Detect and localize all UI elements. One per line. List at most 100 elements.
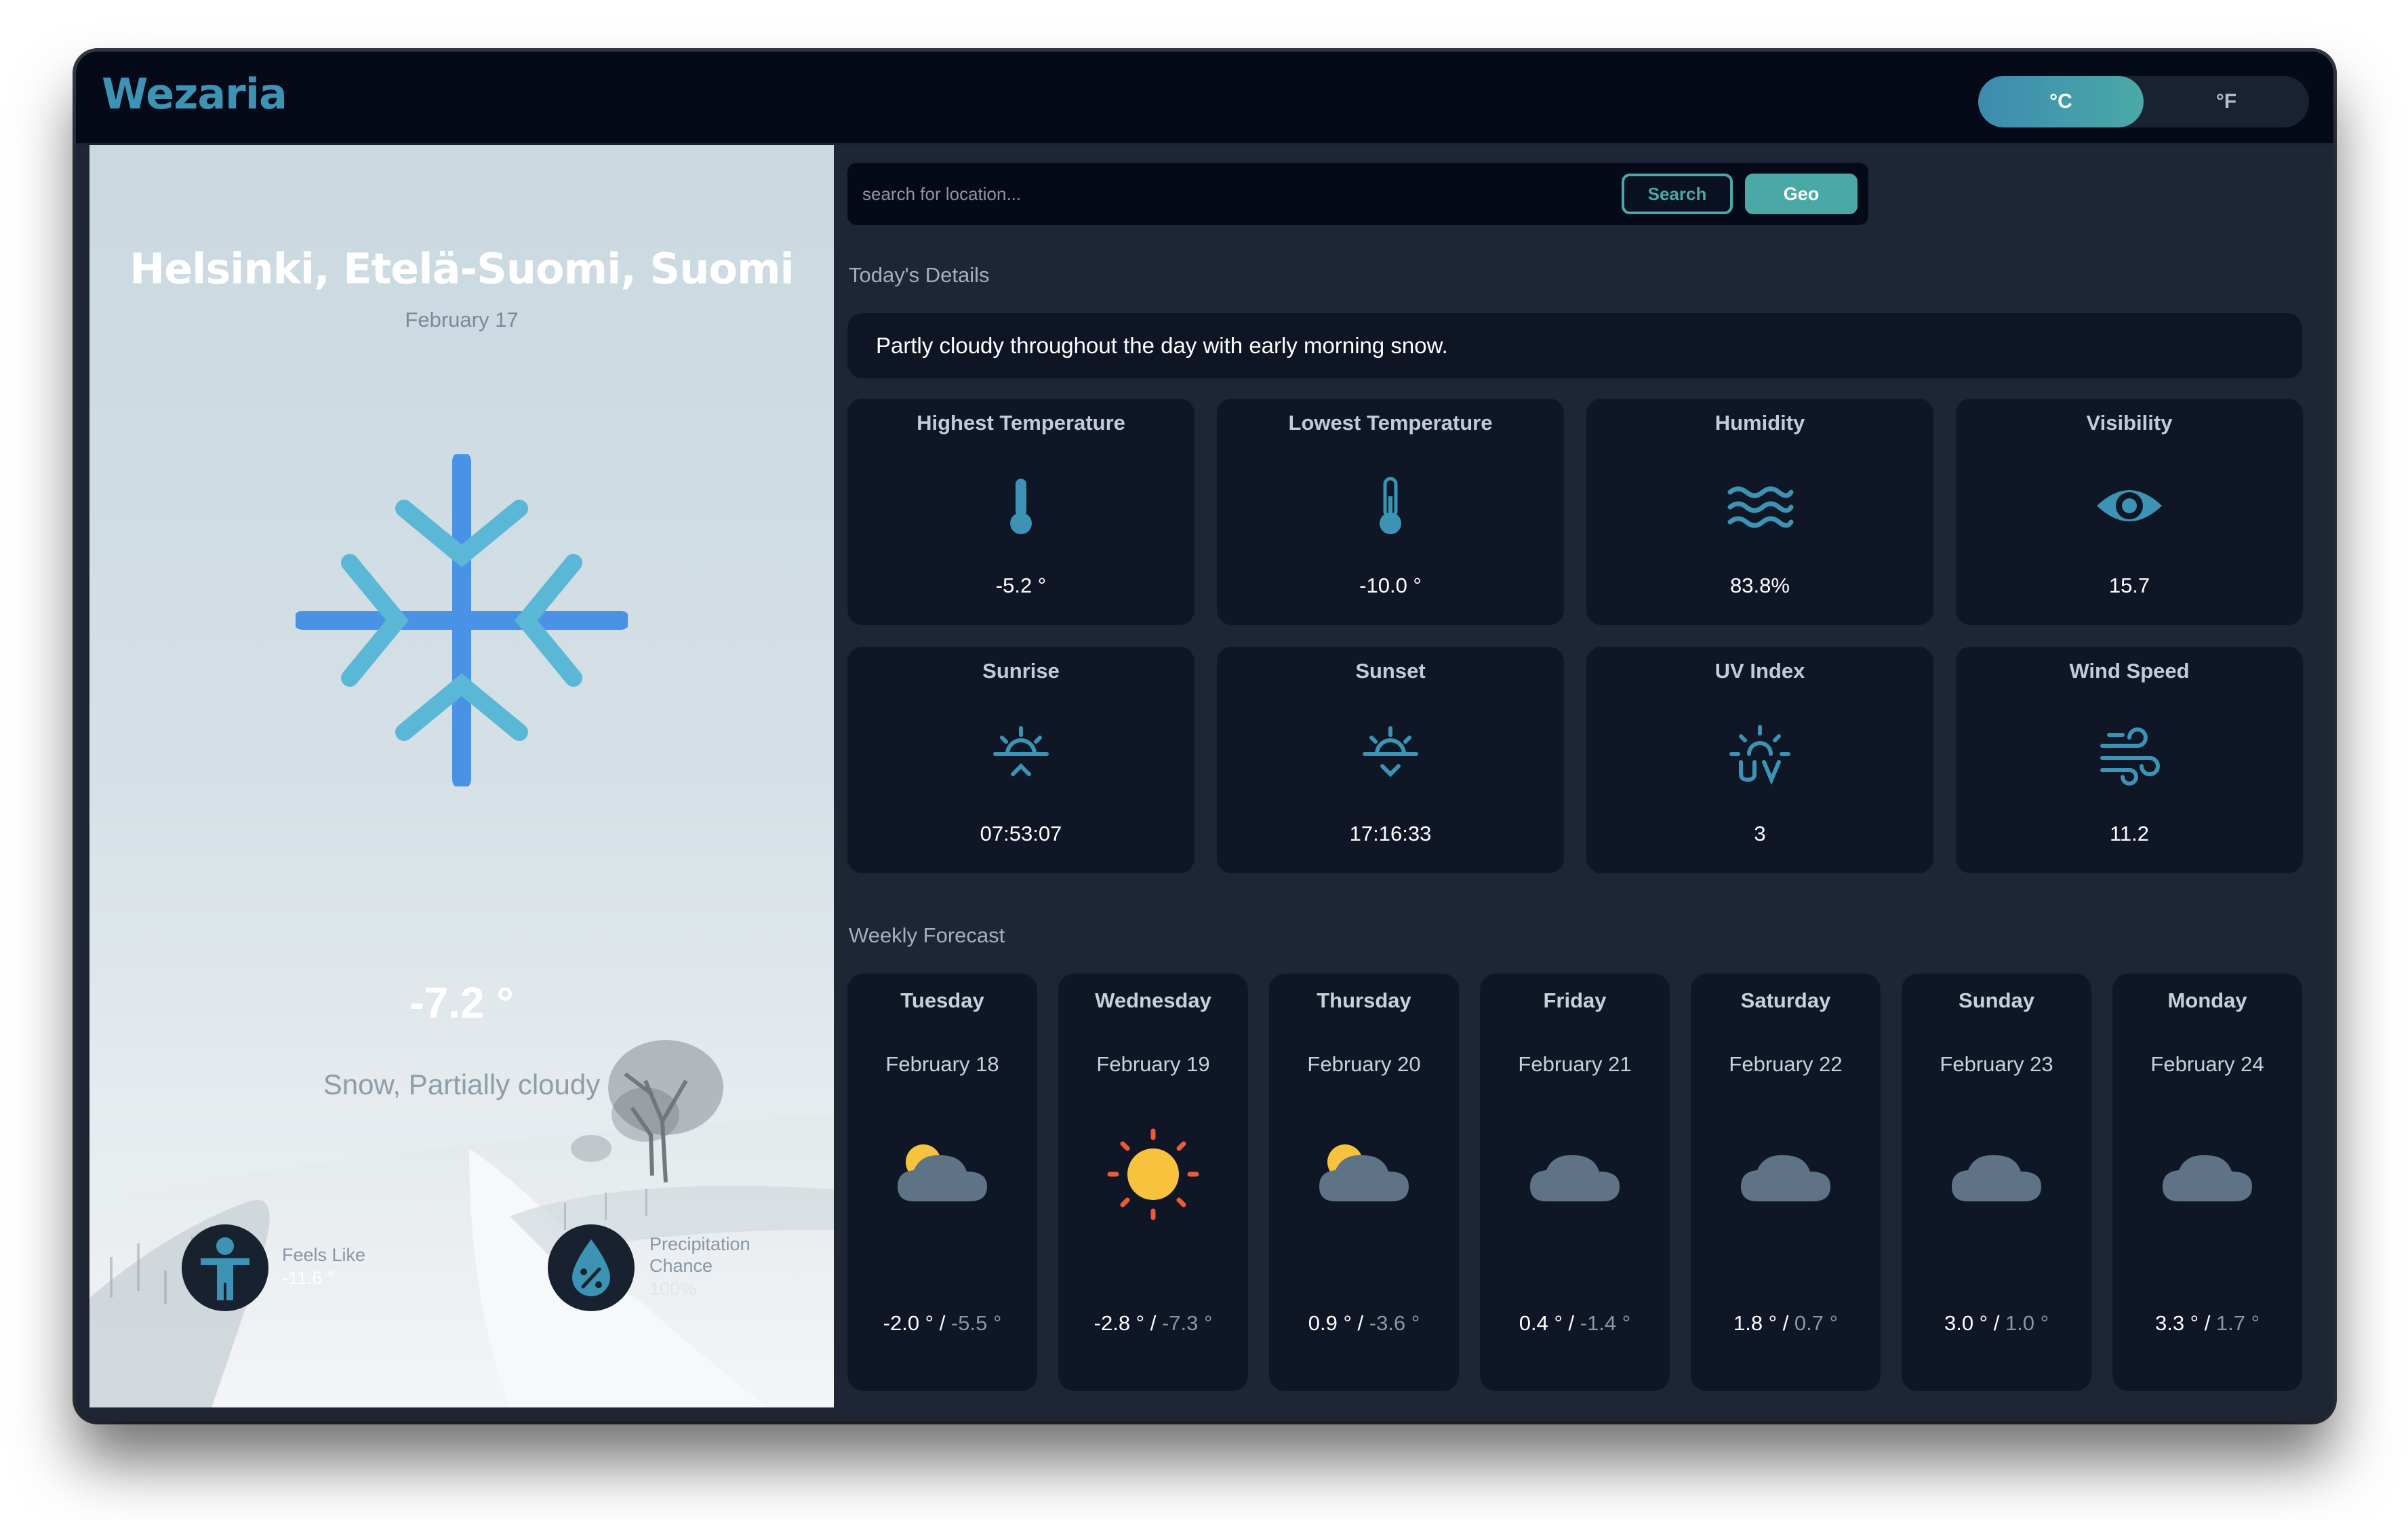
current-condition: Snow, Partially cloudy xyxy=(323,1068,601,1100)
card-title: Sunrise xyxy=(982,659,1060,683)
forecast-low: 0.7 ° xyxy=(1794,1311,1839,1335)
humidity-waves-icon xyxy=(1727,486,1794,528)
forecast-day: Sunday xyxy=(1959,988,2034,1012)
feels-like-value: -11.6 ° xyxy=(282,1268,335,1288)
current-weather-panel: Helsinki, Etelä-Suomi, Suomi February 17… xyxy=(89,145,834,1407)
forecast-temps: -2.8 ° / -7.3 ° xyxy=(1093,1311,1213,1335)
sunrise-icon xyxy=(993,726,1049,776)
forecast-card-tuesday: Tuesday February 18 -2.0 ° / -5.5 ° xyxy=(847,974,1037,1391)
geo-button[interactable]: Geo xyxy=(1745,174,1858,214)
forecast-high: -2.0 ° xyxy=(883,1311,934,1335)
sun-icon xyxy=(1107,1128,1199,1220)
forecast-temps: 0.9 ° / -3.6 ° xyxy=(1308,1311,1420,1335)
uv-index-icon xyxy=(1729,725,1790,785)
humidity-card: Humidity 83.8% xyxy=(1586,399,1933,625)
forecast-day: Friday xyxy=(1543,988,1607,1012)
eye-icon xyxy=(2097,490,2162,521)
details-panel: Search Geo Today's Details Partly cloudy… xyxy=(834,145,2333,1407)
accessibility-person-icon xyxy=(201,1237,249,1300)
wind-icon xyxy=(2100,727,2160,786)
visibility-card: Visibility 15.7 xyxy=(1956,399,2303,625)
forecast-card-wednesday: Wednesday February 19 -2.8 ° / -7.3 ° xyxy=(1058,974,1248,1391)
card-title: Wind Speed xyxy=(2069,659,2190,683)
forecast-day: Monday xyxy=(2167,988,2247,1012)
card-value: -5.2 ° xyxy=(995,574,1047,597)
forecast-temps: 3.3 ° / 1.7 ° xyxy=(2154,1311,2260,1335)
forecast-high: 3.0 ° xyxy=(1944,1311,1988,1335)
forecast-card-friday: Friday February 21 0.4 ° / -1.4 ° xyxy=(1480,974,1670,1391)
forecast-day: Saturday xyxy=(1740,988,1831,1012)
forecast-temps: 1.8 ° / 0.7 ° xyxy=(1733,1311,1839,1335)
precipitation-value: 100% xyxy=(649,1279,697,1299)
card-value: 11.2 xyxy=(2109,822,2150,845)
card-value: 15.7 xyxy=(2108,574,2150,597)
card-title: Humidity xyxy=(1714,411,1805,435)
unit-toggle[interactable]: °C °F xyxy=(1978,76,2309,127)
cloud-icon xyxy=(1952,1155,2041,1201)
cloud-icon xyxy=(1741,1155,1830,1201)
forecast-temps: 0.4 ° / -1.4 ° xyxy=(1519,1311,1631,1335)
partly-cloudy-icon xyxy=(898,1144,987,1201)
forecast-card-thursday: Thursday February 20 0.9 ° / -3.6 ° xyxy=(1269,974,1459,1391)
forecast-low: -5.5 ° xyxy=(950,1311,1002,1335)
thermometer-icon xyxy=(1380,477,1401,534)
raindrop-percent-icon xyxy=(572,1239,610,1296)
weekly-forecast-title: Weekly Forecast xyxy=(849,923,1005,947)
lowest-temperature-card: Lowest Temperature -10.0 ° xyxy=(1217,399,1564,625)
forecast-low: -1.4 ° xyxy=(1580,1311,1631,1335)
forecast-low: -3.6 ° xyxy=(1369,1311,1420,1335)
sunset-icon xyxy=(1363,726,1418,778)
card-title: Lowest Temperature xyxy=(1288,411,1493,435)
card-value: 83.8% xyxy=(1730,574,1790,597)
card-title: Highest Temperature xyxy=(917,411,1125,435)
feels-like-badge xyxy=(182,1224,268,1311)
app-logo: Wezaria xyxy=(102,69,287,119)
forecast-day: Wednesday xyxy=(1095,988,1211,1012)
forecast-day: Thursday xyxy=(1317,988,1411,1012)
current-temperature: -7.2 ° xyxy=(409,978,514,1027)
search-bar: Search Geo xyxy=(847,163,1868,225)
uv-index-card: UV Index 3 xyxy=(1586,647,1933,873)
forecast-low: 1.0 ° xyxy=(2005,1311,2049,1335)
forecast-card-sunday: Sunday February 23 3.0 ° / 1.0 ° xyxy=(1902,974,2091,1391)
precipitation-badge xyxy=(548,1224,635,1311)
forecast-card-saturday: Saturday February 22 1.8 ° / 0.7 ° xyxy=(1691,974,1881,1391)
card-value: -10.0 ° xyxy=(1359,574,1422,597)
top-bar: Wezaria °C °F xyxy=(76,52,2333,145)
thermometer-icon xyxy=(1010,479,1032,534)
forecast-date: February 18 xyxy=(885,1052,999,1076)
forecast-high: 1.8 ° xyxy=(1733,1311,1778,1335)
forecast-day: Tuesday xyxy=(900,988,984,1012)
app-window: Wezaria °C °F Helsinki, Etelä-Suomi, Suo… xyxy=(76,52,2333,1421)
sunset-card: Sunset 17:16:33 xyxy=(1217,647,1564,873)
card-value: 07:53:07 xyxy=(980,822,1062,845)
forecast-high: 0.4 ° xyxy=(1519,1311,1563,1335)
forecast-high: 3.3 ° xyxy=(2154,1311,2199,1335)
card-value: 3 xyxy=(1754,822,1766,845)
forecast-date: February 20 xyxy=(1307,1052,1421,1076)
forecast-date: February 21 xyxy=(1518,1052,1632,1076)
cloud-icon xyxy=(1530,1155,1620,1201)
location-title: Helsinki, Etelä-Suomi, Suomi xyxy=(129,244,795,294)
forecast-date: February 23 xyxy=(1940,1052,2053,1076)
wind-speed-card: Wind Speed 11.2 xyxy=(1956,647,2303,873)
precipitation-label-1: Precipitation xyxy=(649,1234,750,1254)
forecast-low: -7.3 ° xyxy=(1161,1311,1213,1335)
highest-temperature-card: Highest Temperature -5.2 ° xyxy=(847,399,1195,625)
celsius-button[interactable]: °C xyxy=(1978,76,2144,127)
search-button[interactable]: Search xyxy=(1622,174,1733,214)
card-title: Sunset xyxy=(1355,659,1426,683)
sunrise-card: Sunrise 07:53:07 xyxy=(847,647,1195,873)
todays-details-title: Today's Details xyxy=(849,263,990,287)
forecast-date: February 24 xyxy=(2150,1052,2264,1076)
partly-cloudy-icon xyxy=(1319,1144,1409,1201)
snowflake-icon xyxy=(296,454,628,786)
forecast-card-monday: Monday February 24 3.3 ° / 1.7 ° xyxy=(2112,974,2302,1391)
forecast-high: 0.9 ° xyxy=(1308,1311,1352,1335)
feels-like-label: Feels Like xyxy=(282,1245,366,1265)
search-input[interactable] xyxy=(862,174,1594,214)
card-title: UV Index xyxy=(1714,659,1805,683)
fahrenheit-button[interactable]: °F xyxy=(2144,76,2309,127)
cloud-icon xyxy=(2163,1155,2252,1201)
current-date: February 17 xyxy=(405,308,519,332)
